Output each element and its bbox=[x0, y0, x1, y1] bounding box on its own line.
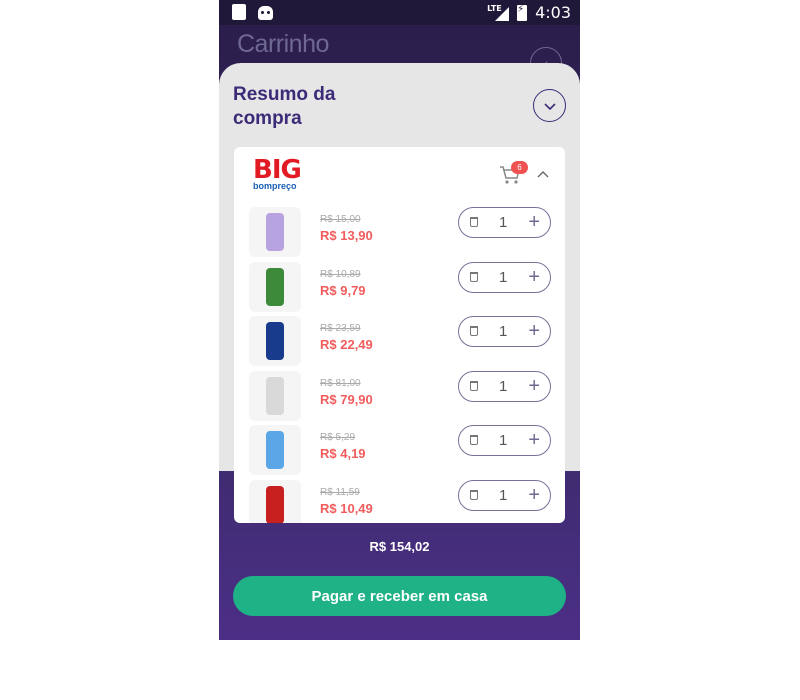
list-item: R$ 15,00 R$ 13,90 1 + bbox=[249, 207, 551, 257]
plus-icon[interactable]: + bbox=[528, 266, 540, 288]
status-bar: LTE 4:03 bbox=[219, 0, 580, 25]
plus-icon[interactable]: + bbox=[528, 429, 540, 451]
old-price: R$ 23,59 bbox=[320, 323, 361, 334]
total-price: R$ 154,02 bbox=[369, 539, 430, 554]
trash-icon[interactable] bbox=[470, 272, 478, 282]
android-icon bbox=[258, 6, 273, 20]
quantity-value: 1 bbox=[499, 487, 508, 504]
clock: 4:03 bbox=[535, 3, 571, 22]
old-price: R$ 10,89 bbox=[320, 269, 361, 280]
old-price: R$ 81,00 bbox=[320, 378, 361, 389]
list-item: R$ 10,89 R$ 9,79 1 + bbox=[249, 262, 551, 312]
quantity-value: 1 bbox=[499, 432, 508, 449]
product-image bbox=[249, 207, 301, 257]
cart-count-badge: 6 bbox=[511, 161, 528, 174]
product-image bbox=[249, 316, 301, 366]
quantity-value: 1 bbox=[499, 269, 508, 286]
collapse-summary-button[interactable] bbox=[533, 89, 566, 122]
list-item: R$ 11,59 R$ 10,49 1 + bbox=[249, 480, 551, 523]
product-icon bbox=[266, 268, 284, 306]
store-card: BIG bompreço 6 R$ 15,00 R$ 13,90 1 + R$ 10,8… bbox=[234, 147, 565, 523]
list-item: R$ 81,00 R$ 79,90 1 + bbox=[249, 371, 551, 421]
battery-icon bbox=[517, 4, 528, 21]
new-price: R$ 9,79 bbox=[320, 283, 366, 298]
phone-screen: LTE 4:03 Carrinho ‹ Resumo da compra BIG… bbox=[219, 0, 580, 640]
signal-icon: LTE bbox=[487, 4, 510, 21]
quantity-stepper[interactable]: 1 + bbox=[458, 371, 551, 402]
new-price: R$ 79,90 bbox=[320, 392, 373, 407]
product-icon bbox=[266, 431, 284, 469]
list-item: R$ 5,29 R$ 4,19 1 + bbox=[249, 425, 551, 475]
quantity-value: 1 bbox=[499, 214, 508, 231]
old-price: R$ 15,00 bbox=[320, 214, 361, 225]
plus-icon[interactable]: + bbox=[528, 375, 540, 397]
plus-icon[interactable]: + bbox=[528, 484, 540, 506]
quantity-stepper[interactable]: 1 + bbox=[458, 425, 551, 456]
product-image bbox=[249, 480, 301, 523]
quantity-stepper[interactable]: 1 + bbox=[458, 207, 551, 238]
trash-icon[interactable] bbox=[470, 381, 478, 391]
product-image bbox=[249, 425, 301, 475]
chevron-up-icon[interactable] bbox=[537, 169, 549, 179]
quantity-value: 1 bbox=[499, 323, 508, 340]
summary-title: Resumo da compra bbox=[233, 84, 336, 129]
quantity-stepper[interactable]: 1 + bbox=[458, 262, 551, 293]
product-icon bbox=[266, 213, 284, 251]
product-icon bbox=[266, 486, 284, 523]
new-price: R$ 22,49 bbox=[320, 337, 373, 352]
new-price: R$ 13,90 bbox=[320, 228, 373, 243]
quantity-stepper[interactable]: 1 + bbox=[458, 480, 551, 511]
product-icon bbox=[266, 322, 284, 360]
trash-icon[interactable] bbox=[470, 326, 478, 336]
quantity-value: 1 bbox=[499, 378, 508, 395]
trash-icon[interactable] bbox=[470, 490, 478, 500]
sd-card-icon bbox=[232, 4, 246, 20]
new-price: R$ 10,49 bbox=[320, 501, 373, 516]
quantity-stepper[interactable]: 1 + bbox=[458, 316, 551, 347]
chevron-down-icon bbox=[543, 102, 556, 110]
old-price: R$ 11,59 bbox=[320, 487, 360, 498]
plus-icon[interactable]: + bbox=[528, 211, 540, 233]
trash-icon[interactable] bbox=[470, 217, 478, 227]
list-item: R$ 23,59 R$ 22,49 1 + bbox=[249, 316, 551, 366]
trash-icon[interactable] bbox=[470, 435, 478, 445]
old-price: R$ 5,29 bbox=[320, 432, 356, 443]
store-logo: BIG bompreço bbox=[253, 155, 302, 191]
plus-icon[interactable]: + bbox=[528, 320, 540, 342]
product-icon bbox=[266, 377, 284, 415]
page-title: Carrinho bbox=[237, 30, 329, 58]
pay-button[interactable]: Pagar e receber em casa bbox=[233, 576, 566, 616]
product-image bbox=[249, 371, 301, 421]
product-image bbox=[249, 262, 301, 312]
new-price: R$ 4,19 bbox=[320, 446, 366, 461]
